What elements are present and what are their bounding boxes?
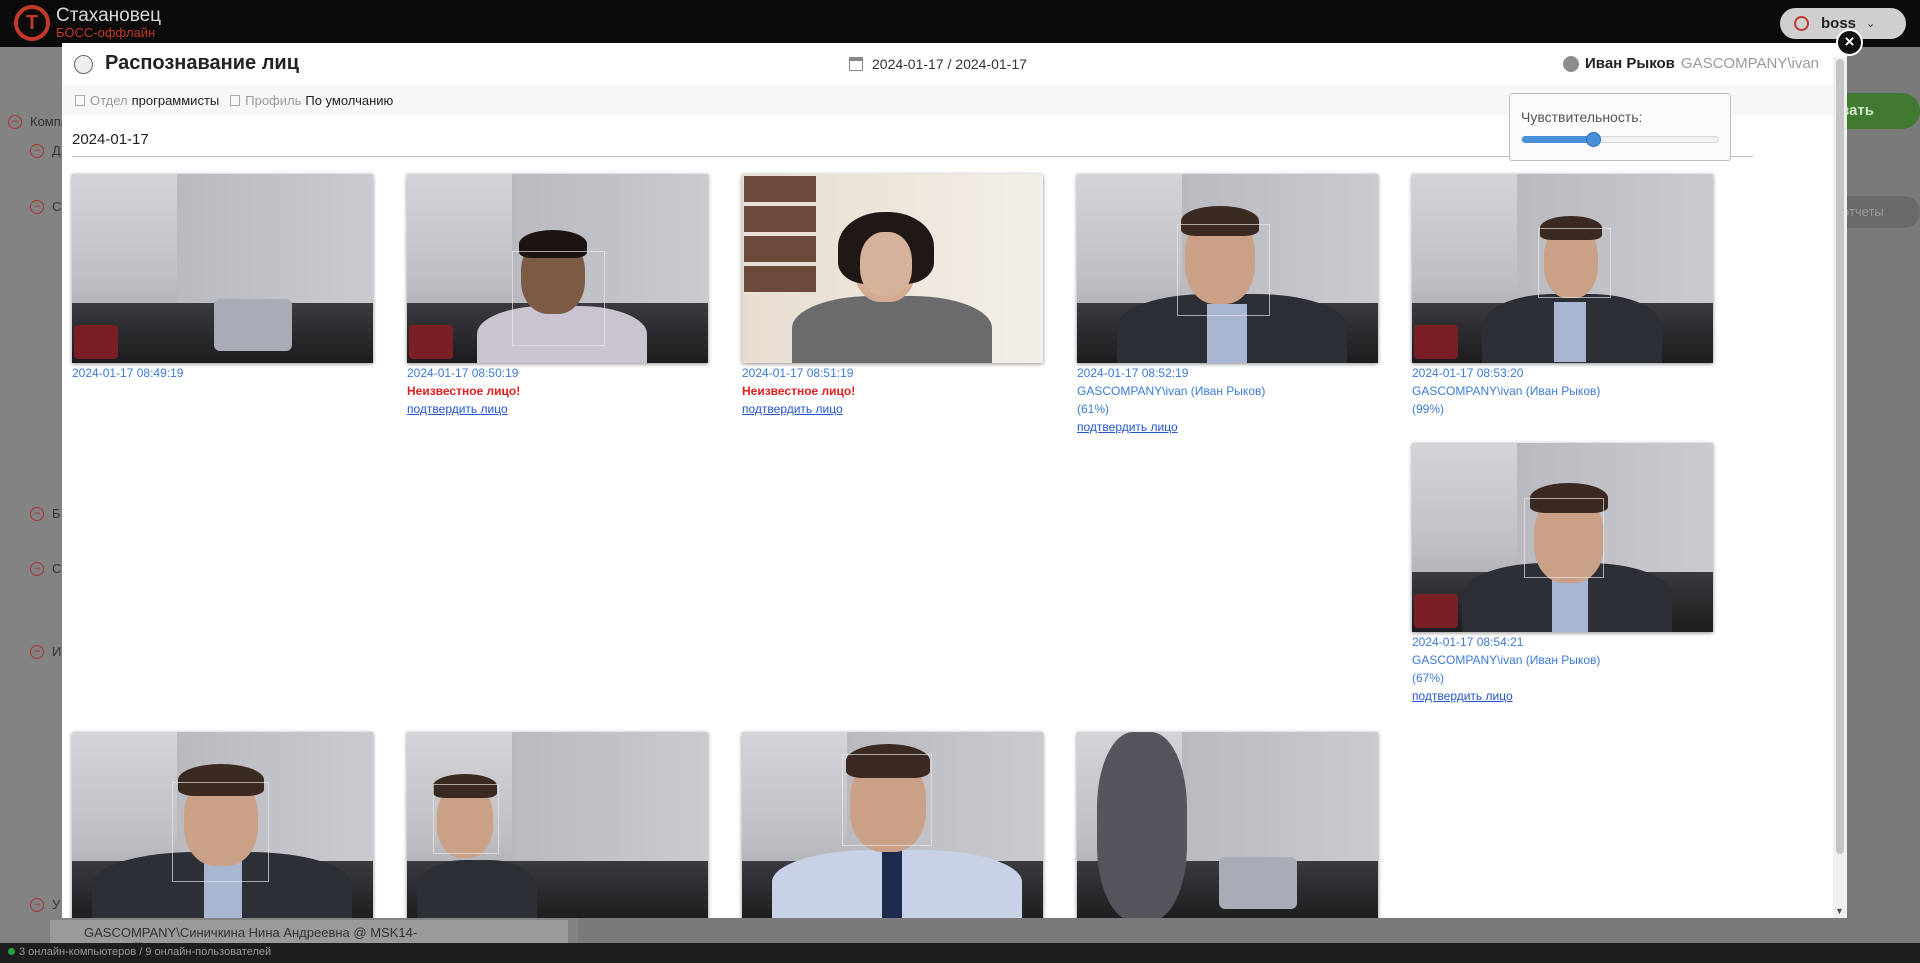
snapshot-image[interactable] [1412, 443, 1713, 632]
snapshot-image[interactable] [407, 732, 708, 918]
online-dot-icon [8, 948, 15, 955]
snapshot-image[interactable] [1077, 174, 1378, 363]
user-icon [1794, 16, 1809, 31]
snapshot-caption: 2024-01-17 08:50:19 Неизвестное лицо! по… [407, 364, 520, 418]
employee-name: Иван Рыков [1585, 55, 1675, 72]
tree-row[interactable]: − У [30, 897, 60, 912]
snapshot-image[interactable] [1077, 732, 1378, 918]
snapshot-time: 2024-01-17 08:49:19 [72, 366, 184, 380]
tree-label: С [52, 561, 62, 576]
unknown-face-alert: Неизвестное лицо! [407, 384, 521, 398]
snapshot-caption: 2024-01-17 08:52:19 GASCOMPANY\ivan (Ива… [1077, 364, 1265, 436]
date-range-text: 2024-01-17 / 2024-01-17 [872, 56, 1027, 72]
profile-label: Профиль [245, 92, 302, 108]
tree-row[interactable]: − Компа [8, 114, 68, 129]
snapshot-caption: 2024-01-17 08:54:21 GASCOMPANY\ivan (Ива… [1412, 633, 1600, 705]
person-icon [1563, 55, 1580, 72]
tree-label: Б [52, 506, 61, 521]
profile-icon [230, 94, 241, 106]
unknown-face-alert: Неизвестное лицо! [742, 384, 856, 398]
status-bar: 3 онлайн-компьютеров / 9 онлайн-пользова… [0, 943, 1920, 963]
snapshot-time: 2024-01-17 08:51:19 [742, 366, 854, 380]
modal-scrollbar[interactable]: ▼ [1833, 57, 1847, 918]
modal-title: Распознавание лиц [105, 52, 300, 74]
collapse-icon[interactable]: − [8, 114, 22, 129]
match-percent: (67%) [1412, 671, 1445, 685]
sensitivity-slider[interactable] [1521, 132, 1719, 147]
match-percent: (61%) [1077, 402, 1110, 416]
snapshot-caption: 2024-01-17 08:51:19 Неизвестное лицо! по… [742, 364, 855, 418]
scrollbar-thumb[interactable] [1836, 59, 1844, 854]
day-heading: 2024-01-17 [72, 131, 149, 148]
matched-user: GASCOMPANY\ivan (Иван Рыков) [1412, 384, 1601, 398]
collapse-icon[interactable]: − [30, 143, 44, 158]
snapshot-time: 2024-01-17 08:52:19 [1077, 366, 1189, 380]
tree-row[interactable]: − Б [30, 506, 61, 521]
department-value: программисты [131, 92, 220, 108]
tree-label: Д [52, 143, 61, 158]
chevron-down-icon: ⌄ [1866, 18, 1876, 30]
tree-row[interactable]: − И [30, 644, 61, 659]
snapshot-image[interactable] [742, 732, 1043, 918]
sensitivity-label: Чувствительность: [1521, 109, 1643, 125]
collapse-icon[interactable]: − [30, 506, 44, 521]
snapshot-image[interactable] [72, 732, 373, 918]
snapshot-image[interactable] [1412, 174, 1713, 363]
logo-subtitle: БОСС-оффлайн [56, 25, 156, 41]
collapse-icon[interactable]: − [30, 199, 44, 214]
snapshot-time: 2024-01-17 08:53:20 [1412, 366, 1524, 380]
tree-row[interactable]: − С [30, 199, 61, 214]
profile-value: По умолчанию [305, 92, 394, 108]
collapse-icon[interactable]: − [30, 644, 44, 659]
matched-user: GASCOMPANY\ivan (Иван Рыков) [1077, 384, 1266, 398]
tree-row[interactable]: − Д [30, 143, 61, 158]
status-current-user: GASCOMPANY\Синичкина Нина Андреевна @ MS… [50, 920, 568, 955]
collapse-icon[interactable]: − [30, 897, 44, 912]
confirm-face-link[interactable]: подтвердить лицо [742, 400, 855, 418]
sensitivity-fill [1522, 136, 1594, 143]
tree-label: У [52, 897, 61, 912]
matched-user: GASCOMPANY\ivan (Иван Рыков) [1412, 653, 1601, 667]
logo-title: Стахановец [56, 5, 162, 27]
tree-label: С [52, 199, 62, 214]
department-icon [75, 94, 85, 106]
status-text: 3 онлайн-компьютеров / 9 онлайн-пользова… [19, 946, 272, 958]
calendar-icon [849, 57, 863, 71]
divider [72, 156, 1753, 157]
modal-header: Распознавание лиц 2024-01-17 / 2024-01-1… [62, 43, 1847, 85]
date-range[interactable]: 2024-01-17 / 2024-01-17 [849, 56, 1027, 72]
department-label: Отдел [90, 92, 128, 108]
sensitivity-handle[interactable] [1586, 132, 1602, 147]
employee-info: Иван Рыков GASCOMPANY\ivan [1563, 55, 1819, 72]
confirm-face-link[interactable]: подтвердить лицо [1077, 418, 1265, 436]
confirm-face-link[interactable]: подтвердить лицо [1412, 687, 1600, 705]
confirm-face-link[interactable]: подтвердить лицо [407, 400, 520, 418]
tree-label: И [52, 644, 62, 659]
snapshot-time: 2024-01-17 08:54:21 [1412, 635, 1524, 649]
logo-icon: T [14, 5, 50, 41]
match-percent: (99%) [1412, 402, 1445, 416]
app-topbar: T Стахановец БОСС-оффлайн boss ⌄ [0, 0, 1920, 47]
sensitivity-panel: Чувствительность: [1509, 93, 1731, 161]
snapshot-time: 2024-01-17 08:50:19 [407, 366, 519, 380]
employee-login: GASCOMPANY\ivan [1680, 55, 1819, 72]
snapshot-image[interactable] [742, 174, 1043, 363]
tree-row[interactable]: − С [30, 561, 61, 576]
close-icon[interactable]: × [1836, 29, 1863, 56]
scroll-down-icon[interactable]: ▼ [1835, 906, 1844, 916]
collapse-icon[interactable]: − [30, 561, 44, 576]
snapshot-caption: 2024-01-17 08:49:19 [72, 364, 183, 382]
snapshot-image[interactable] [407, 174, 708, 363]
face-recognition-modal: Распознавание лиц 2024-01-17 / 2024-01-1… [62, 43, 1847, 918]
snapshot-caption: 2024-01-17 08:53:20 GASCOMPANY\ivan (Ива… [1412, 364, 1600, 418]
snapshot-image[interactable] [72, 174, 373, 363]
app-logo: T Стахановец БОСС-оффлайн [14, 5, 161, 41]
face-icon [74, 55, 93, 74]
